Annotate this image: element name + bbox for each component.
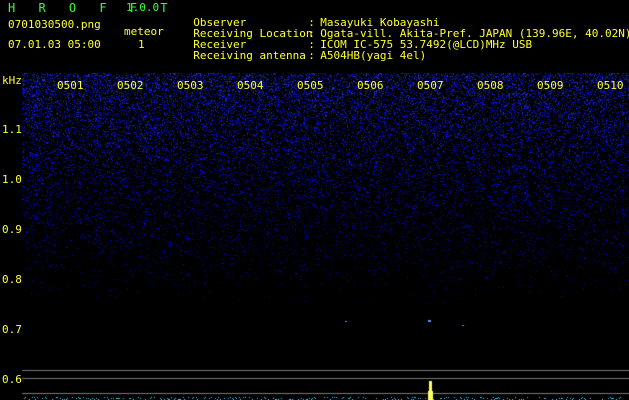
meteor-count-value: 1 [138, 38, 145, 51]
y-axis-unit: kHz [2, 74, 22, 87]
x-tick-label: 0509 [537, 79, 564, 92]
x-tick-label: 0503 [177, 79, 204, 92]
app-version: 1.0.0 [126, 1, 160, 14]
info-key: Receiving antenna [193, 49, 306, 62]
y-tick-label: 0.7 [2, 323, 22, 336]
spectrogram-canvas [0, 73, 629, 400]
x-tick-label: 0504 [237, 79, 264, 92]
meteor-count-label: meteor [124, 25, 164, 38]
x-tick-label: 0505 [297, 79, 324, 92]
info-row-antenna: Receiving antenna: A504HB(yagi 4el) [180, 39, 426, 61]
x-tick-label: 0506 [357, 79, 384, 92]
y-tick-label: 0.8 [2, 273, 22, 286]
y-tick-label: 1.0 [2, 173, 22, 186]
filename-label: 0701030500.png [8, 18, 101, 31]
x-tick-label: 0510 [597, 79, 624, 92]
x-tick-label: 0507 [417, 79, 444, 92]
info-value: A504HB(yagi 4el) [320, 49, 427, 62]
x-tick-label: 0508 [477, 79, 504, 92]
datetime-label: 07.01.03 05:00 [8, 38, 101, 51]
y-tick-label: 0.9 [2, 223, 22, 236]
info-separator: : [308, 49, 315, 62]
y-tick-label: 0.6 [2, 373, 22, 386]
y-tick-label: 1.1 [2, 123, 22, 136]
x-tick-label: 0501 [57, 79, 84, 92]
x-tick-label: 0502 [117, 79, 144, 92]
